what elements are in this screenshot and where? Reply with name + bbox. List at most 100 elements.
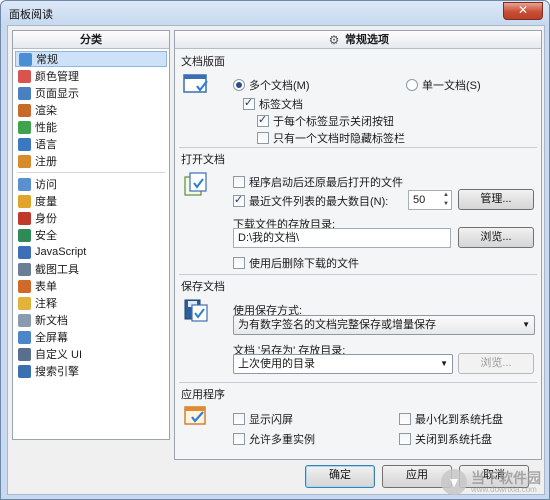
max-recent-value: 50 xyxy=(413,194,426,206)
performance-icon xyxy=(18,120,31,134)
gears-icon: ⚙ xyxy=(328,32,340,47)
preferences-window: 面板阅读 ✕ 分类 常规 颜色管理 页面显示 渲染 性能 语言 注册 访问 度量 身份 安全 Jav… xyxy=(0,0,550,500)
checkbox-delete-downloaded[interactable]: 使用后删除下载的文件 xyxy=(233,255,359,271)
open-docs-icon xyxy=(183,171,209,196)
sidebar-item-label: 表单 xyxy=(35,281,57,293)
checkbox-close-each-tab-box[interactable] xyxy=(257,113,269,127)
sidebar-item-register[interactable]: 注册 xyxy=(15,153,167,169)
save-method-dropdown[interactable]: 为有数字签名的文档完整保存或增量保存 ▼ xyxy=(233,315,535,335)
checkbox-hide-tabbar[interactable]: 只有一个文档时隐藏标签栏 xyxy=(257,130,405,146)
checkbox-tab-docs[interactable]: 标签文档 xyxy=(243,96,303,112)
checkbox-multi-instance-box[interactable] xyxy=(233,433,245,445)
checkbox-show-splash[interactable]: 显示闪屏 xyxy=(233,411,293,427)
language-icon xyxy=(18,137,31,151)
sidebar-item-performance[interactable]: 性能 xyxy=(15,119,167,135)
spinner-arrows[interactable]: ▲ ▼ xyxy=(441,191,451,209)
checkbox-minimize-tray[interactable]: 最小化到系统托盘 xyxy=(399,411,503,427)
sidebar-item-render[interactable]: 渲染 xyxy=(15,102,167,118)
sidebar-item-language[interactable]: 语言 xyxy=(15,136,167,152)
checkbox-close-each-tab[interactable]: 于每个标签显示关闭按钮 xyxy=(257,113,394,129)
search-engine-icon xyxy=(18,364,31,378)
checkbox-max-recent-box[interactable] xyxy=(233,193,245,207)
color-icon xyxy=(18,69,31,83)
security-icon xyxy=(18,228,31,242)
checkbox-minimize-tray-box[interactable] xyxy=(399,413,411,425)
sidebar-item-search-engine[interactable]: 搜索引擎 xyxy=(15,363,167,379)
section-doc-layout-title: 文档版面 xyxy=(181,56,225,68)
sidebar-item-access[interactable]: 访问 xyxy=(15,176,167,192)
sidebar-item-identity[interactable]: 身份 xyxy=(15,210,167,226)
manage-button[interactable]: 管理... xyxy=(458,189,534,210)
checkbox-show-splash-box[interactable] xyxy=(233,413,245,425)
checkbox-hide-tabbar-label: 只有一个文档时隐藏标签栏 xyxy=(273,133,405,145)
radio-multi-doc-control[interactable] xyxy=(233,79,245,91)
sidebar-item-label: 新文档 xyxy=(35,315,68,327)
screenshot-icon xyxy=(18,262,31,276)
sidebar-item-form[interactable]: 表单 xyxy=(15,278,167,294)
save-docs-icon xyxy=(183,297,209,322)
category-list-primary: 常规颜色管理 页面显示渲染性能语言注册 xyxy=(13,49,169,169)
identity-icon xyxy=(18,211,31,225)
section-application-title: 应用程序 xyxy=(181,389,225,401)
checkbox-max-recent-label: 最近文件列表的最大数目(N): xyxy=(249,196,389,208)
radio-single-doc-control[interactable] xyxy=(406,79,418,91)
sidebar-item-fullscreen[interactable]: 全屏幕 xyxy=(15,329,167,345)
sidebar-item-label: 身份 xyxy=(35,213,57,225)
sidebar-item-custom-ui[interactable]: 自定义 UI xyxy=(15,346,167,362)
browse-download-button[interactable]: 浏览... xyxy=(458,227,534,248)
checkbox-max-recent[interactable]: 最近文件列表的最大数目(N): xyxy=(233,193,388,209)
sidebar-item-comment[interactable]: 注释 xyxy=(15,295,167,311)
save-as-dir-dropdown[interactable]: 上次使用的目录 ▼ xyxy=(233,354,453,374)
sidebar-item-screenshot[interactable]: 截图工具 xyxy=(15,261,167,277)
sidebar-item-new-doc[interactable]: 新文档 xyxy=(15,312,167,328)
general-icon xyxy=(19,52,32,66)
checkbox-close-each-tab-label: 于每个标签显示关闭按钮 xyxy=(273,116,394,128)
sidebar-item-label: 常规 xyxy=(36,54,58,66)
sidebar-item-javascript[interactable]: JavaScript xyxy=(15,244,167,260)
sidebar-item-measure[interactable]: 度量 xyxy=(15,193,167,209)
form-icon xyxy=(18,279,31,293)
sidebar-item-security[interactable]: 安全 xyxy=(15,227,167,243)
radio-multi-doc-label: 多个文档(M) xyxy=(249,80,310,92)
settings-header: ⚙ 常规选项 xyxy=(175,31,541,49)
browse-save-as-button[interactable]: 浏览... xyxy=(458,353,534,374)
sidebar-item-label: 注释 xyxy=(35,298,57,310)
category-list-secondary: 访问 度量身份安全 JavaScript 截图工具表单注释新文档全屏幕 自定义 UI 搜索… xyxy=(13,176,169,379)
watermark-logo-icon: ▼ xyxy=(441,469,467,495)
new-doc-icon xyxy=(18,313,31,327)
sidebar-item-label: 注册 xyxy=(35,156,57,168)
checkbox-hide-tabbar-box[interactable] xyxy=(257,132,269,144)
title-bar[interactable]: 面板阅读 ✕ xyxy=(1,1,549,25)
checkbox-reopen-last-label: 程序启动后还原最后打开的文件 xyxy=(249,177,403,189)
settings-header-label: 常规选项 xyxy=(345,33,389,46)
checkbox-reopen-last-box[interactable] xyxy=(233,176,245,188)
sidebar-item-label: 安全 xyxy=(35,230,57,242)
checkbox-close-tray-box[interactable] xyxy=(399,433,411,445)
register-icon xyxy=(18,154,31,168)
spin-down-icon[interactable]: ▼ xyxy=(441,200,451,209)
checkbox-tab-docs-box[interactable] xyxy=(243,96,255,110)
radio-multi-doc[interactable]: 多个文档(M) xyxy=(233,77,310,93)
spin-up-icon[interactable]: ▲ xyxy=(441,191,451,200)
sidebar-item-label: 搜索引擎 xyxy=(35,366,79,378)
download-dir-input[interactable]: D:\我的文档\ xyxy=(233,228,451,248)
dialog-client-area: 分类 常规 颜色管理 页面显示 渲染 性能 语言 注册 访问 度量 身份 安全 JavaScript… xyxy=(7,25,545,495)
checkbox-reopen-last[interactable]: 程序启动后还原最后打开的文件 xyxy=(233,174,403,190)
save-as-dir-value: 上次使用的目录 xyxy=(238,358,315,370)
sidebar-item-color[interactable]: 颜色管理 xyxy=(15,68,167,84)
fullscreen-icon xyxy=(18,330,31,344)
ok-button[interactable]: 确定 xyxy=(305,465,375,488)
dropdown-arrow-icon: ▼ xyxy=(440,359,448,368)
checkbox-delete-downloaded-box[interactable] xyxy=(233,257,245,269)
doc-layout-icon xyxy=(183,73,209,97)
render-icon xyxy=(18,103,31,117)
sidebar-item-label: 性能 xyxy=(35,122,57,134)
sidebar-item-general[interactable]: 常规 xyxy=(15,51,167,67)
checkbox-close-tray[interactable]: 关闭到系统托盘 xyxy=(399,431,492,447)
sidebar-item-label: 渲染 xyxy=(35,105,57,117)
close-button[interactable]: ✕ xyxy=(503,2,543,20)
sidebar-item-page[interactable]: 页面显示 xyxy=(15,85,167,101)
checkbox-multi-instance[interactable]: 允许多重实例 xyxy=(233,431,315,447)
radio-single-doc[interactable]: 单一文档(S) xyxy=(406,77,481,93)
radio-single-doc-label: 单一文档(S) xyxy=(422,80,481,92)
